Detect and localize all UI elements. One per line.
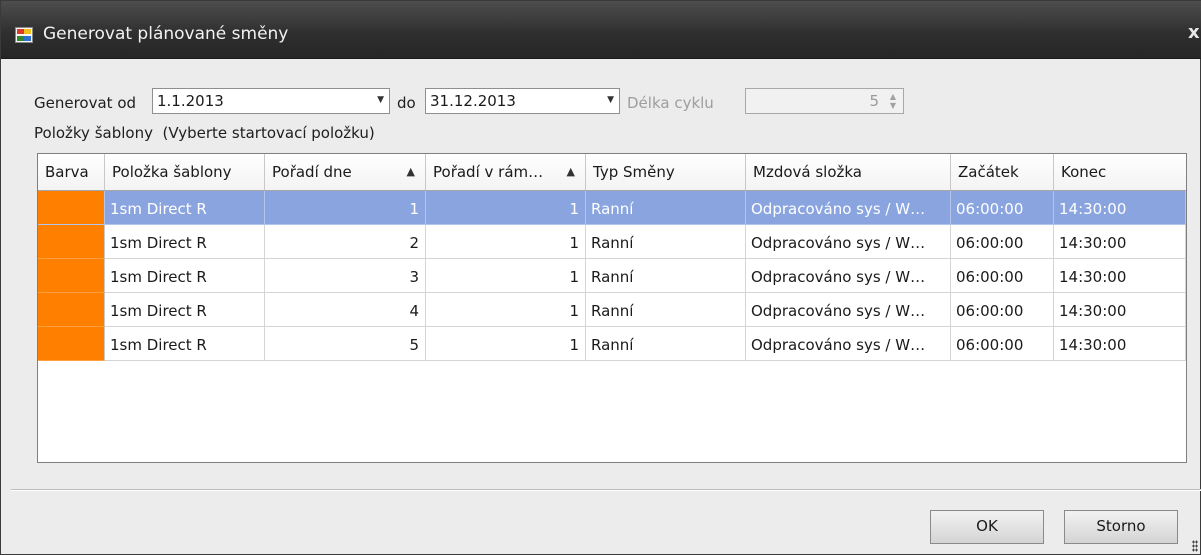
column-header-start[interactable]: Začátek [951, 154, 1054, 190]
date-to-combo[interactable]: 31.12.2013 ▼ [425, 88, 620, 114]
resize-grip-icon[interactable] [1192, 540, 1198, 552]
chevron-down-icon[interactable]: ▼ [607, 95, 614, 105]
cell-start[interactable]: 06:00:00 [951, 259, 1054, 293]
row-color-swatch [38, 327, 105, 361]
cell-shift-type[interactable]: Ranní [586, 293, 746, 327]
column-header-shift-type[interactable]: Typ Směny [586, 154, 746, 190]
date-to-label: do [397, 94, 416, 112]
column-header-color[interactable]: Barva [38, 154, 105, 190]
grid-header: Barva Položka šablony Pořadí dne ▲ Pořadí… [38, 154, 1186, 191]
row-color-swatch [38, 191, 105, 225]
sort-ascending-icon: ▲ [406, 165, 415, 178]
table-row[interactable]: 1sm Direct R 3 1 Ranní Odpracováno sys /… [38, 259, 1186, 293]
table-row[interactable]: 1sm Direct R 1 1 Ranní Odpracováno sys /… [38, 191, 1186, 225]
generate-shifts-dialog: Generovat plánované směny x Generovat od… [0, 0, 1201, 555]
cell-frame-order[interactable]: 1 [426, 225, 586, 259]
cancel-button[interactable]: Storno [1064, 510, 1178, 544]
template-items-label: Položky šablony (Vyberte startovací polo… [34, 124, 375, 142]
cell-day-order[interactable]: 2 [265, 225, 426, 259]
cell-day-order[interactable]: 3 [265, 259, 426, 293]
cycle-length-label: Délka cyklu [627, 94, 714, 112]
table-row[interactable]: 1sm Direct R 4 1 Ranní Odpracováno sys /… [38, 293, 1186, 327]
close-icon[interactable]: x [1188, 23, 1201, 43]
table-row[interactable]: 1sm Direct R 2 1 Ranní Odpracováno sys /… [38, 225, 1186, 259]
row-color-swatch [38, 293, 105, 327]
cell-start[interactable]: 06:00:00 [951, 225, 1054, 259]
date-from-label: Generovat od [34, 94, 137, 112]
cell-template-item[interactable]: 1sm Direct R [105, 327, 265, 361]
cell-end[interactable]: 14:30:00 [1054, 293, 1186, 327]
window-title: Generovat plánované směny [43, 24, 289, 44]
cell-start[interactable]: 06:00:00 [951, 293, 1054, 327]
cell-shift-type[interactable]: Ranní [586, 191, 746, 225]
cell-end[interactable]: 14:30:00 [1054, 191, 1186, 225]
cell-template-item[interactable]: 1sm Direct R [105, 225, 265, 259]
ok-button[interactable]: OK [930, 510, 1044, 544]
spin-up-icon[interactable]: ▲ [890, 93, 896, 101]
row-color-swatch [38, 259, 105, 293]
cycle-length-value: 5 [869, 92, 879, 110]
cell-shift-type[interactable]: Ranní [586, 225, 746, 259]
app-icon [15, 27, 33, 43]
column-header-frame-order[interactable]: Pořadí v rám… ▲ [426, 154, 586, 190]
sort-ascending-icon: ▲ [566, 165, 575, 178]
column-header-wage-component[interactable]: Mzdová složka [746, 154, 951, 190]
column-header-day-order[interactable]: Pořadí dne ▲ [265, 154, 426, 190]
cell-template-item[interactable]: 1sm Direct R [105, 259, 265, 293]
cell-wage-component[interactable]: Odpracováno sys / W… [746, 225, 951, 259]
cell-start[interactable]: 06:00:00 [951, 327, 1054, 361]
cell-end[interactable]: 14:30:00 [1054, 225, 1186, 259]
column-header-end[interactable]: Konec [1054, 154, 1186, 190]
cell-frame-order[interactable]: 1 [426, 191, 586, 225]
title-bar[interactable]: Generovat plánované směny x [1, 1, 1201, 59]
template-items-title: Položky šablony [34, 124, 153, 142]
spin-down-icon[interactable]: ▼ [890, 102, 896, 110]
row-color-swatch [38, 225, 105, 259]
cycle-length-spinner[interactable]: 5 ▲ ▼ [745, 88, 904, 114]
cell-day-order[interactable]: 1 [265, 191, 426, 225]
date-from-value: 1.1.2013 [157, 92, 224, 110]
cell-frame-order[interactable]: 1 [426, 327, 586, 361]
template-items-hint: (Vyberte startovací položku) [162, 124, 375, 142]
column-header-template-item[interactable]: Položka šablony [105, 154, 265, 190]
date-to-value: 31.12.2013 [430, 92, 516, 110]
cell-wage-component[interactable]: Odpracováno sys / W… [746, 293, 951, 327]
cell-wage-component[interactable]: Odpracováno sys / W… [746, 191, 951, 225]
cell-shift-type[interactable]: Ranní [586, 259, 746, 293]
footer-divider [11, 489, 1201, 491]
cell-frame-order[interactable]: 1 [426, 293, 586, 327]
cell-start[interactable]: 06:00:00 [951, 191, 1054, 225]
cell-wage-component[interactable]: Odpracováno sys / W… [746, 259, 951, 293]
cell-template-item[interactable]: 1sm Direct R [105, 293, 265, 327]
date-from-combo[interactable]: 1.1.2013 ▼ [152, 88, 390, 114]
cell-frame-order[interactable]: 1 [426, 259, 586, 293]
cell-end[interactable]: 14:30:00 [1054, 259, 1186, 293]
cell-end[interactable]: 14:30:00 [1054, 327, 1186, 361]
cell-wage-component[interactable]: Odpracováno sys / W… [746, 327, 951, 361]
chevron-down-icon[interactable]: ▼ [377, 95, 384, 105]
cell-day-order[interactable]: 5 [265, 327, 426, 361]
table-row[interactable]: 1sm Direct R 5 1 Ranní Odpracováno sys /… [38, 327, 1186, 361]
cell-template-item[interactable]: 1sm Direct R [105, 191, 265, 225]
cell-day-order[interactable]: 4 [265, 293, 426, 327]
template-items-grid[interactable]: Barva Položka šablony Pořadí dne ▲ Pořadí… [37, 153, 1187, 463]
cell-shift-type[interactable]: Ranní [586, 327, 746, 361]
